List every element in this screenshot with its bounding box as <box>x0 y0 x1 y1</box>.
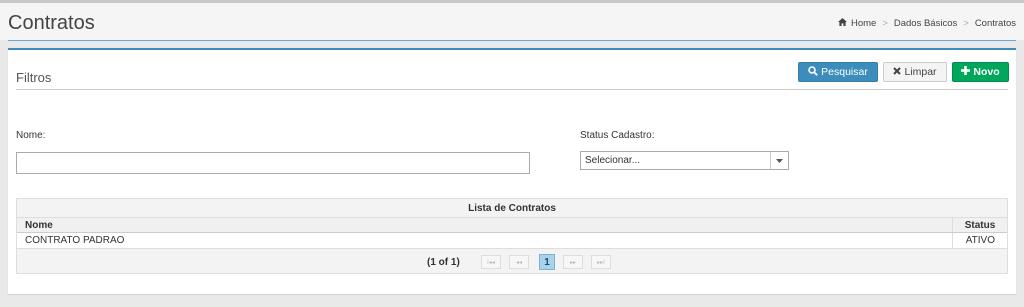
breadcrumb-separator: > <box>963 18 969 29</box>
status-select[interactable]: Selecionar... <box>580 151 789 170</box>
page-1-button[interactable]: 1 <box>539 254 555 270</box>
close-icon <box>893 66 904 78</box>
header-divider <box>8 40 1016 41</box>
column-header-status[interactable]: Status <box>953 218 1007 232</box>
new-button-label: Novo <box>973 66 1000 78</box>
prev-page-button[interactable]: ◂◂ <box>509 255 529 269</box>
table-cell-nome: CONTRATO PADRAO <box>17 233 953 248</box>
page-info: (1 of 1) <box>427 257 460 268</box>
last-page-button[interactable]: ▸▸I <box>591 255 611 269</box>
column-header-nome[interactable]: Nome <box>17 218 953 232</box>
next-page-button[interactable]: ▸▸ <box>563 255 583 269</box>
clear-button[interactable]: Limpar <box>883 62 947 82</box>
name-input[interactable] <box>16 152 530 174</box>
table-header-row: Nome Status <box>17 217 1007 233</box>
caret-down-icon[interactable] <box>770 152 788 169</box>
table-caption: Lista de Contratos <box>468 202 556 214</box>
page-title: Contratos <box>8 12 95 34</box>
new-button[interactable]: Novo <box>952 62 1009 82</box>
status-label: Status Cadastro: <box>580 130 655 141</box>
contracts-table: Lista de Contratos Nome Status CONTRATO … <box>16 198 1008 274</box>
status-select-value: Selecionar... <box>585 155 641 166</box>
breadcrumb-contratos: Contratos <box>974 18 1016 29</box>
filters-divider <box>16 89 1008 90</box>
clear-button-label: Limpar <box>904 66 937 78</box>
search-button[interactable]: Pesquisar <box>798 62 878 82</box>
name-label: Nome: <box>16 130 46 141</box>
search-button-label: Pesquisar <box>821 66 868 78</box>
plus-icon <box>961 66 973 78</box>
breadcrumb-dados-basicos[interactable]: Dados Básicos <box>894 18 957 29</box>
breadcrumb-home[interactable]: Home <box>851 18 876 29</box>
breadcrumb: Home > Dados Básicos > Contratos <box>838 18 1016 29</box>
filter-panel: Filtros Pesquisar Limpar Novo Nome: Stat… <box>8 48 1016 294</box>
breadcrumb-separator: > <box>882 18 888 29</box>
filters-title: Filtros <box>16 70 52 85</box>
table-row[interactable]: CONTRATO PADRAO ATIVO <box>17 233 1007 249</box>
paginator: (1 of 1) I◂◂ ◂◂ 1 ▸▸ ▸▸I <box>17 251 1007 273</box>
home-icon <box>838 18 851 29</box>
search-icon <box>808 65 821 79</box>
page-header: Contratos Home > Dados Básicos > Contrat… <box>0 3 1024 41</box>
table-cell-status: ATIVO <box>965 235 995 246</box>
first-page-button[interactable]: I◂◂ <box>481 255 501 269</box>
